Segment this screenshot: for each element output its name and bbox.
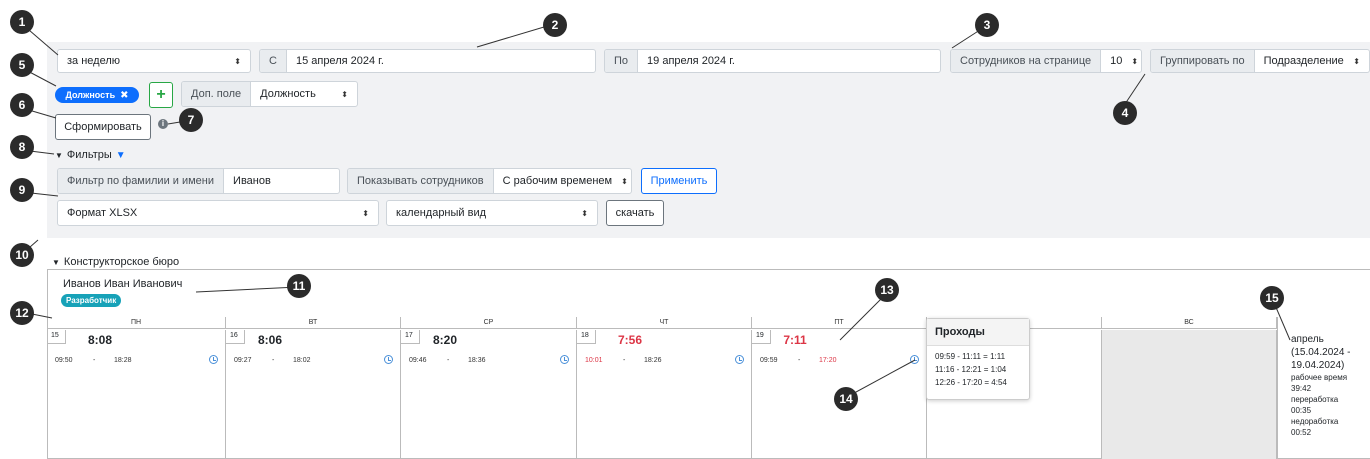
callout-badge: 9: [10, 178, 34, 202]
callout-badge: 2: [543, 13, 567, 37]
callout-badge: 1: [10, 10, 34, 34]
callout-badge: 12: [10, 301, 34, 325]
callout-badge: 6: [10, 93, 34, 117]
callout-badge: 5: [10, 53, 34, 77]
callout-badge: 11: [287, 274, 311, 298]
callout-badge: 15: [1260, 286, 1284, 310]
callout-badge: 10: [10, 243, 34, 267]
callout-badge: 14: [834, 387, 858, 411]
callout-badge: 3: [975, 13, 999, 37]
callout-badge: 13: [875, 278, 899, 302]
callout-lines: [21, 23, 1291, 399]
callout-badge: 8: [10, 135, 34, 159]
callout-badge: 4: [1113, 101, 1137, 125]
callout-badge: 7: [179, 108, 203, 132]
